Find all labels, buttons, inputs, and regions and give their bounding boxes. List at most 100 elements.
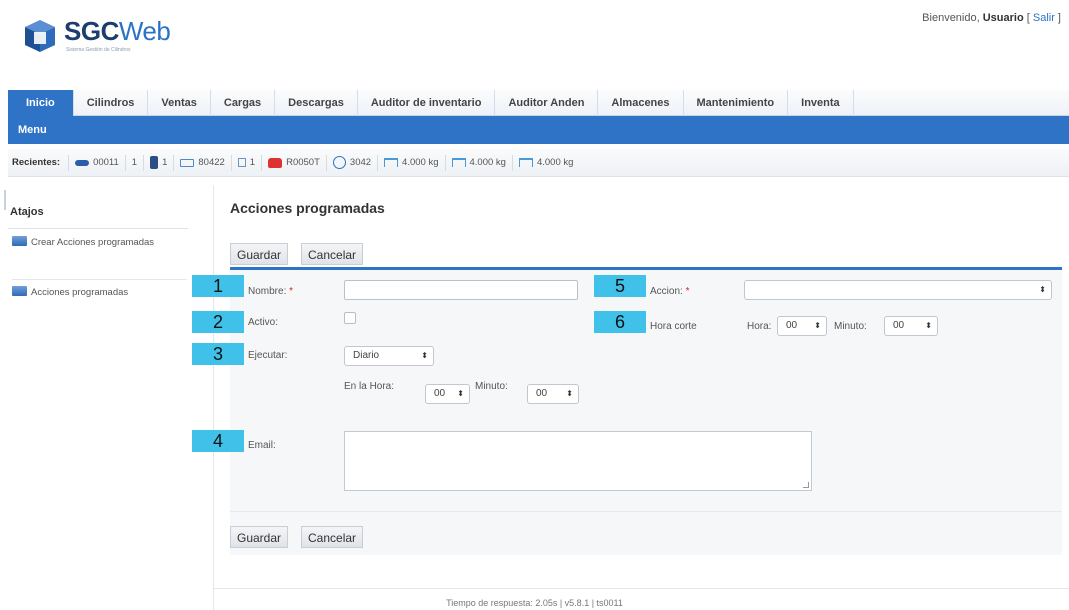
email-label: Email:: [248, 440, 276, 451]
accion-label-text: Accion:: [650, 286, 683, 297]
tab-ventas[interactable]: Ventas: [148, 90, 211, 116]
save-button-bottom[interactable]: Guardar: [230, 526, 289, 548]
recent-item-truck[interactable]: 80422: [173, 154, 230, 171]
cube-logo-icon: [22, 18, 58, 54]
recent-item-count[interactable]: 1: [124, 154, 143, 171]
app-logo: SGCWeb Sistema Gestión de Cilindros: [22, 16, 171, 54]
recents-label: Recientes:: [12, 157, 61, 168]
tab-cargas[interactable]: Cargas: [211, 90, 276, 116]
recent-item-clock[interactable]: 3042: [325, 154, 377, 171]
select-arrows-icon: ⬍: [566, 389, 573, 398]
recent-item-text: R0050T: [286, 157, 320, 168]
select-arrows-icon: ⬍: [421, 351, 428, 360]
callout-badge-1: 1: [192, 275, 244, 297]
tab-inicio[interactable]: Inicio: [8, 90, 74, 116]
select-arrows-icon: ⬍: [925, 321, 932, 330]
tab-almacenes[interactable]: Almacenes: [598, 90, 684, 116]
recent-item-vehicle[interactable]: R0050T: [261, 154, 326, 171]
ejecutar-select[interactable]: Diario ⬍: [344, 346, 434, 366]
scale-icon: [384, 158, 399, 167]
minuto-label: Minuto:: [475, 381, 508, 392]
hc-minuto-value: 00: [893, 320, 905, 331]
required-mark: *: [682, 286, 690, 297]
nombre-input[interactable]: [344, 280, 578, 300]
email-textarea[interactable]: [344, 431, 812, 491]
welcome-message: Bienvenido, Usuario [ Salir ]: [922, 12, 1061, 24]
divider: [8, 228, 188, 229]
cancel-button-bottom[interactable]: Cancelar: [301, 526, 364, 548]
hora-value: 00: [434, 388, 446, 399]
recent-item-box[interactable]: 1: [230, 154, 261, 171]
recent-item-text: 4.000 kg: [469, 157, 506, 168]
sidebar-item-label: Acciones programadas: [31, 287, 129, 298]
recent-item-text: 1: [131, 157, 138, 168]
callout-badge-3: 3: [192, 343, 244, 365]
recent-item-text: 4.000 kg: [536, 157, 574, 168]
hora-corte-label: Hora corte: [650, 321, 697, 332]
box-icon: [237, 158, 246, 167]
list-icon: [12, 286, 27, 296]
sidebar-item-crear-acciones[interactable]: Crear Acciones programadas: [12, 236, 187, 249]
cylinder-icon: [75, 159, 90, 166]
hc-minuto-label: Minuto:: [834, 321, 867, 332]
logo-subtitle: Sistema Gestión de Cilindros: [66, 47, 131, 53]
minuto-select[interactable]: 00 ⬍: [527, 384, 579, 404]
hora-corte-hora-select[interactable]: 00 ⬍: [777, 316, 827, 336]
select-arrows-icon: ⬍: [457, 389, 464, 398]
recent-item-cylinder[interactable]: 00011: [68, 154, 125, 171]
resize-grip-icon[interactable]: [803, 482, 809, 488]
hc-hora-label: Hora:: [747, 321, 772, 332]
scale-icon: [451, 158, 466, 167]
hora-select[interactable]: 00 ⬍: [425, 384, 470, 404]
en-la-hora-label: En la Hora:: [344, 381, 395, 392]
recent-item-device[interactable]: 1: [143, 154, 173, 171]
truck-icon: [180, 158, 195, 167]
menu-button[interactable]: Menu: [8, 124, 47, 136]
callout-badge-6: 6: [594, 311, 646, 333]
device-icon: [150, 156, 159, 169]
recent-item-text: 3042: [349, 157, 372, 168]
minuto-value: 00: [536, 388, 548, 399]
welcome-prefix: Bienvenido,: [922, 12, 983, 24]
tab-cilindros[interactable]: Cilindros: [74, 90, 149, 116]
nombre-label-text: Nombre:: [248, 286, 287, 297]
tab-mantenimiento[interactable]: Mantenimiento: [684, 90, 789, 116]
recent-item-scale-2[interactable]: 4.000 kg: [444, 154, 512, 171]
logo-name-bold: SGC: [64, 16, 119, 46]
callout-badge-5: 5: [594, 275, 646, 297]
hora-corte-minuto-select[interactable]: 00 ⬍: [884, 316, 938, 336]
main-nav: Inicio Cilindros Ventas Cargas Descargas…: [8, 90, 1069, 116]
ejecutar-value: Diario: [353, 350, 380, 361]
select-arrows-icon: ⬍: [814, 321, 821, 330]
accion-label: Accion: *: [650, 286, 689, 297]
recent-item-text: 80422: [198, 157, 225, 168]
recent-item-scale-3[interactable]: 4.000 kg: [511, 154, 579, 171]
tab-inventario[interactable]: Inventa: [788, 90, 854, 116]
callout-badge-2: 2: [192, 311, 244, 333]
nombre-label: Nombre: *: [248, 286, 293, 297]
hc-hora-value: 00: [786, 320, 798, 331]
sidebar-accent: [4, 190, 6, 210]
recent-item-text: 00011: [93, 157, 119, 168]
logout-bracket-open: [: [1023, 12, 1033, 24]
tab-auditor-inventario[interactable]: Auditor de inventario: [358, 90, 496, 116]
scale-icon: [518, 158, 533, 167]
sidebar-item-acciones-programadas[interactable]: Acciones programadas: [12, 279, 187, 299]
ejecutar-label: Ejecutar:: [248, 350, 288, 361]
tab-descargas[interactable]: Descargas: [275, 90, 358, 116]
activo-checkbox[interactable]: [344, 312, 356, 324]
logout-link[interactable]: Salir: [1033, 12, 1055, 24]
tab-auditor-anden[interactable]: Auditor Anden: [495, 90, 599, 116]
clock-icon: [332, 156, 346, 169]
menu-bar: Menu: [8, 116, 1069, 144]
user-name: Usuario: [982, 12, 1024, 24]
required-mark: *: [286, 286, 294, 297]
sidebar: Atajos Crear Acciones programadas Accion…: [0, 190, 190, 590]
save-button-top[interactable]: Guardar: [230, 243, 289, 265]
response-time-footer: Tiempo de respuesta: 2.05s | v5.8.1 | ts…: [446, 598, 623, 608]
logo-name-light: Web: [118, 16, 171, 46]
cancel-button-top[interactable]: Cancelar: [301, 243, 364, 265]
recent-item-scale-1[interactable]: 4.000 kg: [377, 154, 444, 171]
accion-select[interactable]: ⬍: [744, 280, 1052, 300]
logout-bracket-close: ]: [1054, 12, 1061, 24]
